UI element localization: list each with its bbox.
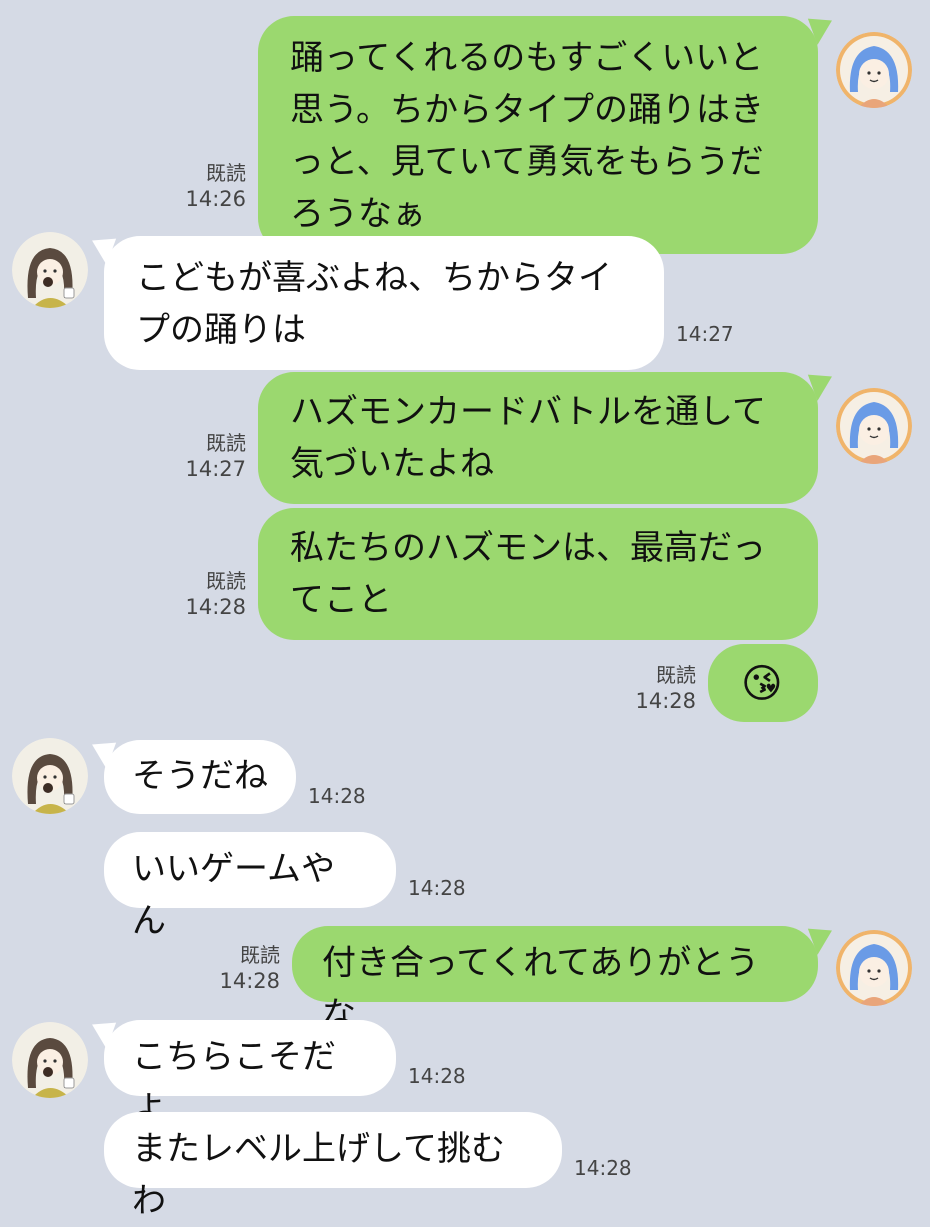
my-avatar[interactable] (836, 388, 912, 464)
read-receipt: 既読 (206, 569, 246, 593)
read-receipt: 既読 (206, 161, 246, 185)
timestamp: 14:27 (185, 457, 246, 481)
message-bubble-sent[interactable]: 私たちのハズモンは、最高だってこと (258, 508, 818, 640)
message-bubble-sent[interactable]: 踊ってくれるのもすごくいいと思う。ちからタイプの踊りはきっと、見ていて勇気をもら… (258, 16, 818, 254)
read-receipt: 既読 (206, 431, 246, 455)
message-bubble-received[interactable]: こどもが喜ぶよね、ちからタイプの踊りは (104, 236, 664, 370)
timestamp: 14:28 (308, 784, 366, 808)
avatar-blue-hair-icon (836, 930, 912, 1006)
message-meta: 既読 14:28 (600, 662, 696, 714)
message-bubble-received[interactable]: またレベル上げして挑むわ (104, 1112, 562, 1221)
timestamp: 14:27 (676, 322, 734, 346)
avatar-brown-hair-icon (12, 738, 88, 814)
message-bubble-received[interactable]: いいゲームやん (104, 832, 396, 941)
avatar-blue-hair-icon (836, 388, 912, 464)
message-meta: 既読 14:28 (150, 568, 246, 620)
message-bubble-sent[interactable]: ハズモンカードバトルを通して気づいたよね (258, 372, 818, 504)
message-meta: 既読 14:28 (184, 942, 280, 994)
my-avatar[interactable] (836, 930, 912, 1006)
avatar-blue-hair-icon (836, 32, 912, 108)
friend-avatar[interactable] (12, 738, 88, 814)
avatar-brown-hair-icon (12, 232, 88, 308)
friend-avatar[interactable] (12, 232, 88, 308)
friend-avatar[interactable] (12, 1022, 88, 1098)
message-bubble-received[interactable]: そうだね (104, 740, 296, 814)
message-meta: 既読 14:27 (150, 430, 246, 482)
message-bubble-sent-emoji[interactable]: 😘 (708, 644, 818, 722)
avatar-brown-hair-icon (12, 1022, 88, 1098)
timestamp: 14:28 (635, 689, 696, 713)
message-bubble-sent[interactable]: 付き合ってくれてありがとうな (292, 926, 818, 1035)
timestamp: 14:28 (408, 1064, 466, 1088)
timestamp: 14:28 (408, 876, 466, 900)
read-receipt: 既読 (656, 663, 696, 687)
message-meta: 既読 14:26 (150, 160, 246, 212)
message-bubble-received[interactable]: こちらこそだよ (104, 1020, 396, 1129)
timestamp: 14:28 (574, 1156, 632, 1180)
kissing-face-emoji-icon: 😘 (741, 661, 783, 707)
read-receipt: 既読 (240, 943, 280, 967)
my-avatar[interactable] (836, 32, 912, 108)
timestamp: 14:28 (185, 595, 246, 619)
timestamp: 14:28 (219, 969, 280, 993)
timestamp: 14:26 (185, 187, 246, 211)
